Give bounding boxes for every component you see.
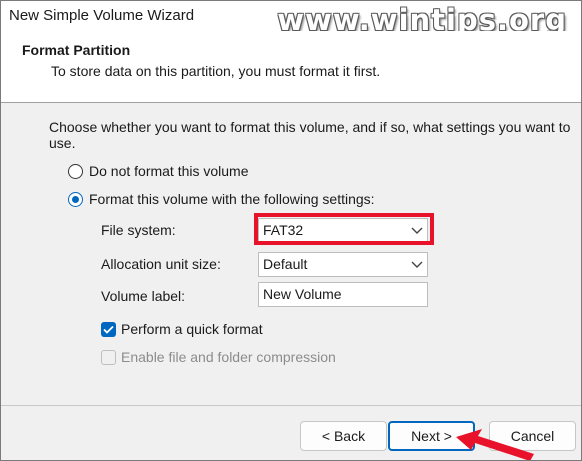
- footer-divider: [1, 405, 581, 406]
- window-title: New Simple Volume Wizard: [9, 7, 195, 24]
- radio-no-format-label: Do not format this volume: [89, 163, 249, 179]
- volume-label-input[interactable]: New Volume: [258, 282, 428, 307]
- back-button[interactable]: < Back: [300, 421, 387, 451]
- allocation-select[interactable]: Default: [258, 252, 428, 277]
- radio-format-label: Format this volume with the following se…: [89, 191, 375, 207]
- quick-format-checkbox[interactable]: [101, 321, 116, 337]
- red-arrow-icon: [456, 429, 534, 461]
- intro-text: Choose whether you want to format this v…: [49, 119, 571, 151]
- quick-format-checkbox-row[interactable]: Perform a quick format: [101, 320, 263, 338]
- radio-no-format[interactable]: Do not format this volume: [68, 162, 249, 180]
- file-system-select[interactable]: FAT32: [258, 218, 428, 243]
- file-system-value: FAT32: [263, 222, 304, 238]
- allocation-value: Default: [263, 256, 308, 272]
- volume-label-label: Volume label:: [101, 288, 186, 304]
- wizard-header: Format Partition To store data on this p…: [1, 31, 581, 103]
- compression-label: Enable file and folder compression: [121, 349, 336, 365]
- compression-checkbox-row: Enable file and folder compression: [101, 348, 336, 366]
- radio-format-circle[interactable]: [68, 191, 83, 207]
- radio-format[interactable]: Format this volume with the following se…: [68, 190, 375, 208]
- checkmark-icon: [103, 325, 114, 334]
- title-bar: New Simple Volume Wizard www.wintips.org: [1, 1, 581, 37]
- page-title: Format Partition: [22, 42, 131, 58]
- allocation-label: Allocation unit size:: [101, 256, 221, 272]
- chevron-down-icon[interactable]: [411, 227, 423, 235]
- page-subtitle: To store data on this partition, you mus…: [51, 63, 381, 79]
- quick-format-label: Perform a quick format: [121, 321, 263, 337]
- chevron-down-icon[interactable]: [411, 261, 423, 269]
- compression-checkbox: [101, 349, 116, 365]
- radio-no-format-circle[interactable]: [68, 163, 83, 179]
- file-system-label: File system:: [101, 222, 176, 238]
- volume-label-value: New Volume: [263, 286, 342, 302]
